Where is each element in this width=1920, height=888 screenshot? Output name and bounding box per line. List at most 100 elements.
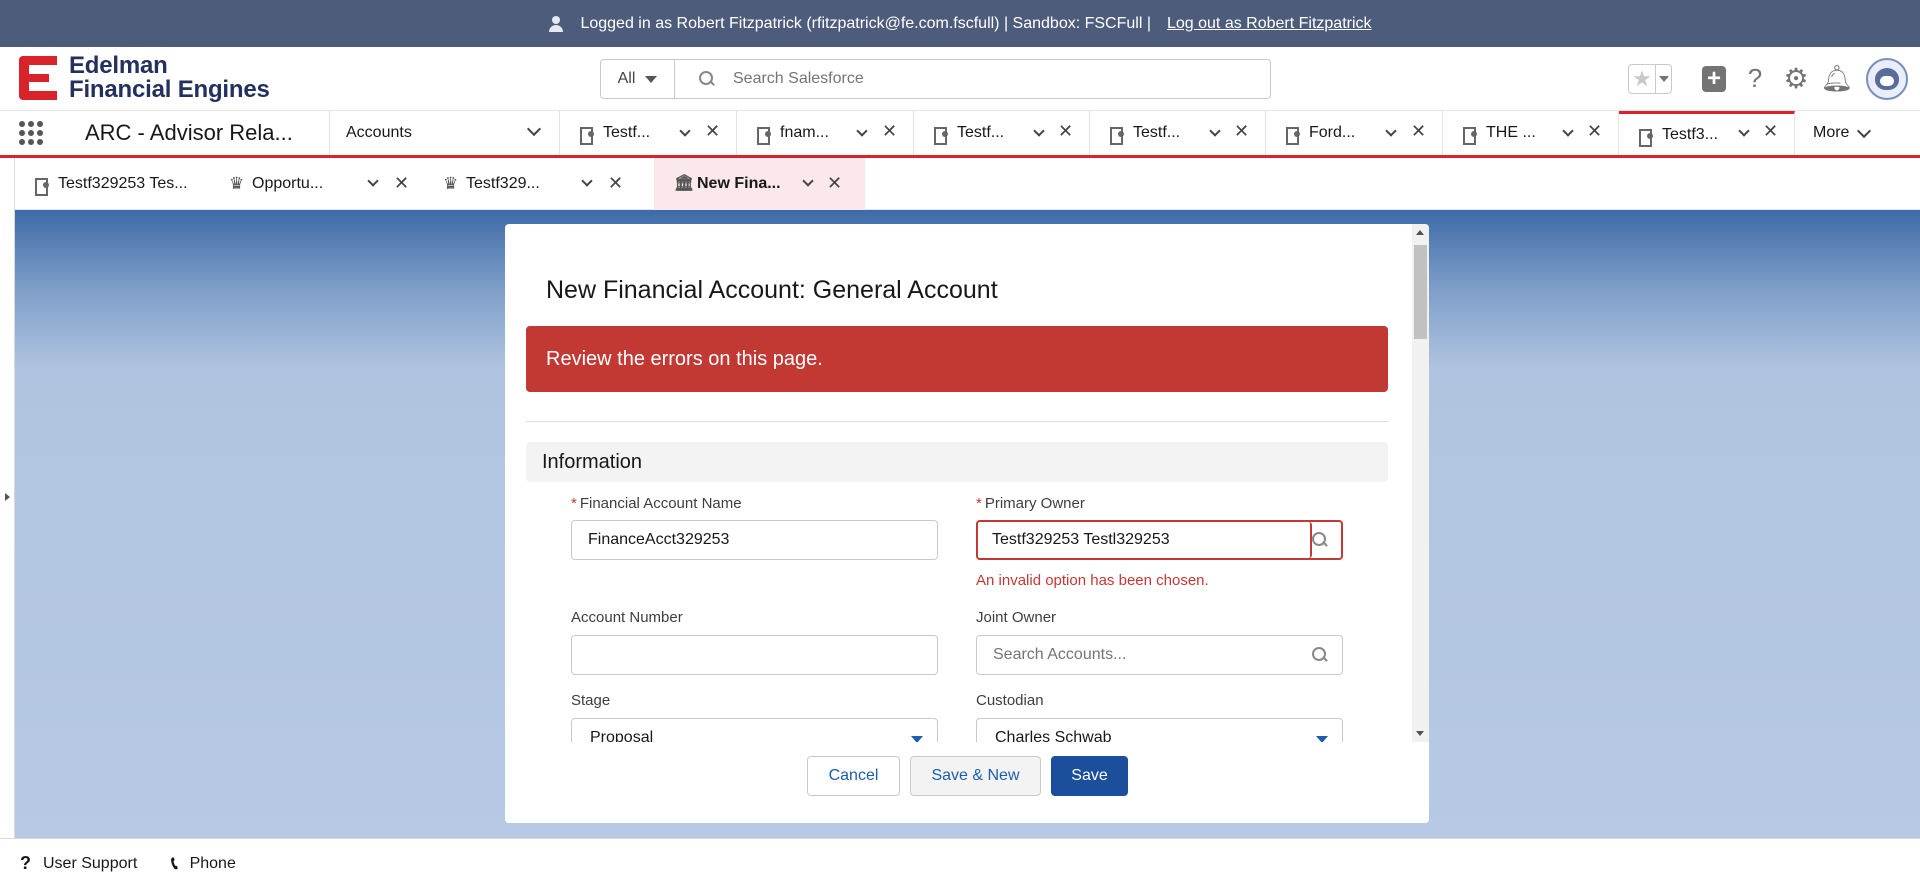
nav-item-accounts[interactable]: Accounts bbox=[330, 111, 560, 155]
chevron-down-icon[interactable] bbox=[1738, 125, 1750, 137]
tab-label: Testf... bbox=[957, 124, 1005, 141]
workspace-tab[interactable]: Ford... ✕ bbox=[1266, 111, 1443, 155]
logo-text: Edelman Financial Engines bbox=[69, 52, 270, 103]
help-icon[interactable]: ? bbox=[1743, 63, 1767, 93]
chevron-down-icon[interactable] bbox=[367, 175, 379, 187]
close-icon[interactable]: ✕ bbox=[705, 121, 720, 142]
account-icon bbox=[934, 125, 950, 145]
section-header-information[interactable]: Information bbox=[526, 442, 1388, 482]
search-field bbox=[675, 60, 1270, 98]
global-search: All bbox=[600, 59, 1271, 99]
chevron-down-icon[interactable] bbox=[1209, 125, 1221, 137]
primary-owner-value[interactable]: Testf329253 Testl329253 bbox=[978, 522, 1312, 558]
logged-in-text: Logged in as Robert Fitzpatrick (rfitzpa… bbox=[580, 14, 1151, 32]
utility-label: Phone bbox=[189, 854, 236, 872]
workspace-tab[interactable]: fnam... ✕ bbox=[737, 111, 914, 155]
left-gutter bbox=[0, 158, 15, 838]
close-icon[interactable]: ✕ bbox=[1763, 121, 1778, 142]
account-icon bbox=[1639, 127, 1655, 147]
subtab[interactable]: Testf329253 Tes... bbox=[15, 158, 220, 210]
subtab[interactable]: ♛ Opportu... ✕ bbox=[229, 158, 444, 210]
save-button[interactable]: Save bbox=[1051, 756, 1128, 796]
search-scope-dropdown[interactable]: All bbox=[601, 60, 675, 98]
custodian-select[interactable]: Charles Schwab bbox=[976, 718, 1343, 742]
scrollbar-thumb[interactable] bbox=[1414, 245, 1427, 339]
waffle-icon bbox=[19, 121, 43, 145]
subtab-active[interactable]: 🏛︎ New Fina... ✕ bbox=[654, 158, 865, 210]
joint-owner-input[interactable] bbox=[993, 646, 1293, 664]
primary-owner-lookup[interactable]: Testf329253 Testl329253 bbox=[976, 520, 1343, 560]
phone-icon: 📞︎ bbox=[171, 853, 178, 873]
close-icon[interactable]: ✕ bbox=[827, 173, 842, 194]
account-number-input[interactable] bbox=[571, 635, 938, 675]
tab-label: Testf3... bbox=[1662, 125, 1719, 143]
app-launcher-button[interactable] bbox=[0, 111, 62, 155]
bell-icon[interactable]: 🔔︎ bbox=[1821, 63, 1854, 93]
subtab-label: Testf329253 Tes... bbox=[58, 175, 188, 192]
logout-link[interactable]: Log out as Robert Fitzpatrick bbox=[1167, 15, 1372, 33]
scroll-up-icon[interactable] bbox=[1416, 230, 1424, 235]
avatar[interactable] bbox=[1866, 57, 1908, 100]
account-icon bbox=[1463, 125, 1479, 145]
close-icon[interactable]: ✕ bbox=[394, 173, 409, 194]
plus-icon: + bbox=[1702, 65, 1726, 92]
tab-label: Ford... bbox=[1309, 124, 1356, 141]
workspace-tab[interactable]: THE ... ✕ bbox=[1443, 111, 1619, 155]
close-icon[interactable]: ✕ bbox=[1234, 121, 1249, 142]
favorites-menu-button[interactable] bbox=[1655, 64, 1671, 93]
chevron-down-icon[interactable] bbox=[1385, 125, 1397, 137]
search-icon[interactable] bbox=[1312, 532, 1328, 548]
search-scope-label: All bbox=[617, 70, 636, 87]
subtab-label: New Fina... bbox=[697, 175, 781, 192]
close-icon[interactable]: ✕ bbox=[1587, 121, 1602, 142]
chevron-down-icon bbox=[1857, 123, 1872, 139]
header-icons: ★ + ? ⚙ 🔔︎ bbox=[1628, 47, 1920, 110]
stage-value: Proposal bbox=[590, 729, 654, 742]
tab-label: THE ... bbox=[1486, 124, 1536, 141]
tab-label: Testf... bbox=[603, 124, 651, 141]
modal-body[interactable]: New Financial Account: General Account R… bbox=[505, 224, 1429, 742]
account-icon bbox=[35, 176, 51, 196]
close-icon[interactable]: ✕ bbox=[1411, 121, 1426, 142]
star-icon[interactable]: ★ bbox=[1629, 65, 1655, 93]
impersonation-banner: Logged in as Robert Fitzpatrick (rfitzpa… bbox=[0, 0, 1920, 47]
chevron-down-icon[interactable] bbox=[679, 125, 691, 137]
close-icon[interactable]: ✕ bbox=[882, 121, 897, 142]
close-icon[interactable]: ✕ bbox=[1058, 121, 1073, 142]
global-actions-button[interactable]: + bbox=[1702, 65, 1726, 92]
account-icon bbox=[580, 125, 596, 145]
divider bbox=[526, 421, 1388, 422]
chevron-down-icon[interactable] bbox=[581, 175, 593, 187]
primary-owner-error: An invalid option has been chosen. bbox=[976, 572, 1209, 589]
joint-owner-lookup[interactable] bbox=[976, 635, 1343, 675]
workspace-tab[interactable]: Testf... ✕ bbox=[914, 111, 1090, 155]
chevron-down-icon[interactable] bbox=[802, 175, 814, 187]
nav-bar: ARC - Advisor Rela... Accounts Testf... … bbox=[0, 110, 1920, 158]
chevron-down-icon[interactable] bbox=[856, 125, 868, 137]
save-and-new-button[interactable]: Save & New bbox=[910, 756, 1041, 796]
chevron-down-icon[interactable] bbox=[1562, 125, 1574, 137]
account-icon bbox=[1110, 125, 1126, 145]
chevron-down-icon[interactable] bbox=[1033, 125, 1045, 137]
expand-icon[interactable] bbox=[5, 493, 10, 501]
scroll-down-icon[interactable] bbox=[1416, 731, 1424, 736]
subtab[interactable]: ♛ Testf329... ✕ bbox=[443, 158, 668, 210]
utility-item-user-support[interactable]: ? User Support bbox=[20, 853, 137, 874]
modal-footer: Cancel Save & New Save bbox=[505, 742, 1429, 823]
chevron-down-icon[interactable] bbox=[526, 121, 542, 137]
modal-scrollbar[interactable] bbox=[1412, 224, 1429, 742]
subtab-bar: Testf329253 Tes... ♛ Opportu... ✕ ♛ Test… bbox=[15, 158, 1920, 210]
workspace-tab[interactable]: Testf... ✕ bbox=[1090, 111, 1266, 155]
workspace-tab-active[interactable]: Testf3... ✕ bbox=[1619, 111, 1795, 155]
nav-item-label: Accounts bbox=[346, 124, 412, 141]
utility-item-phone[interactable]: 📞︎ Phone bbox=[171, 853, 236, 874]
more-tabs-button[interactable]: More bbox=[1795, 111, 1872, 155]
workspace-tab[interactable]: Testf... ✕ bbox=[560, 111, 737, 155]
close-icon[interactable]: ✕ bbox=[608, 173, 623, 194]
gear-icon[interactable]: ⚙ bbox=[1783, 63, 1808, 94]
company-logo[interactable]: Edelman Financial Engines bbox=[19, 54, 270, 102]
stage-select[interactable]: Proposal bbox=[571, 718, 938, 742]
financial-account-name-input[interactable] bbox=[571, 520, 938, 560]
search-input[interactable] bbox=[733, 70, 1233, 88]
cancel-button[interactable]: Cancel bbox=[807, 756, 900, 796]
